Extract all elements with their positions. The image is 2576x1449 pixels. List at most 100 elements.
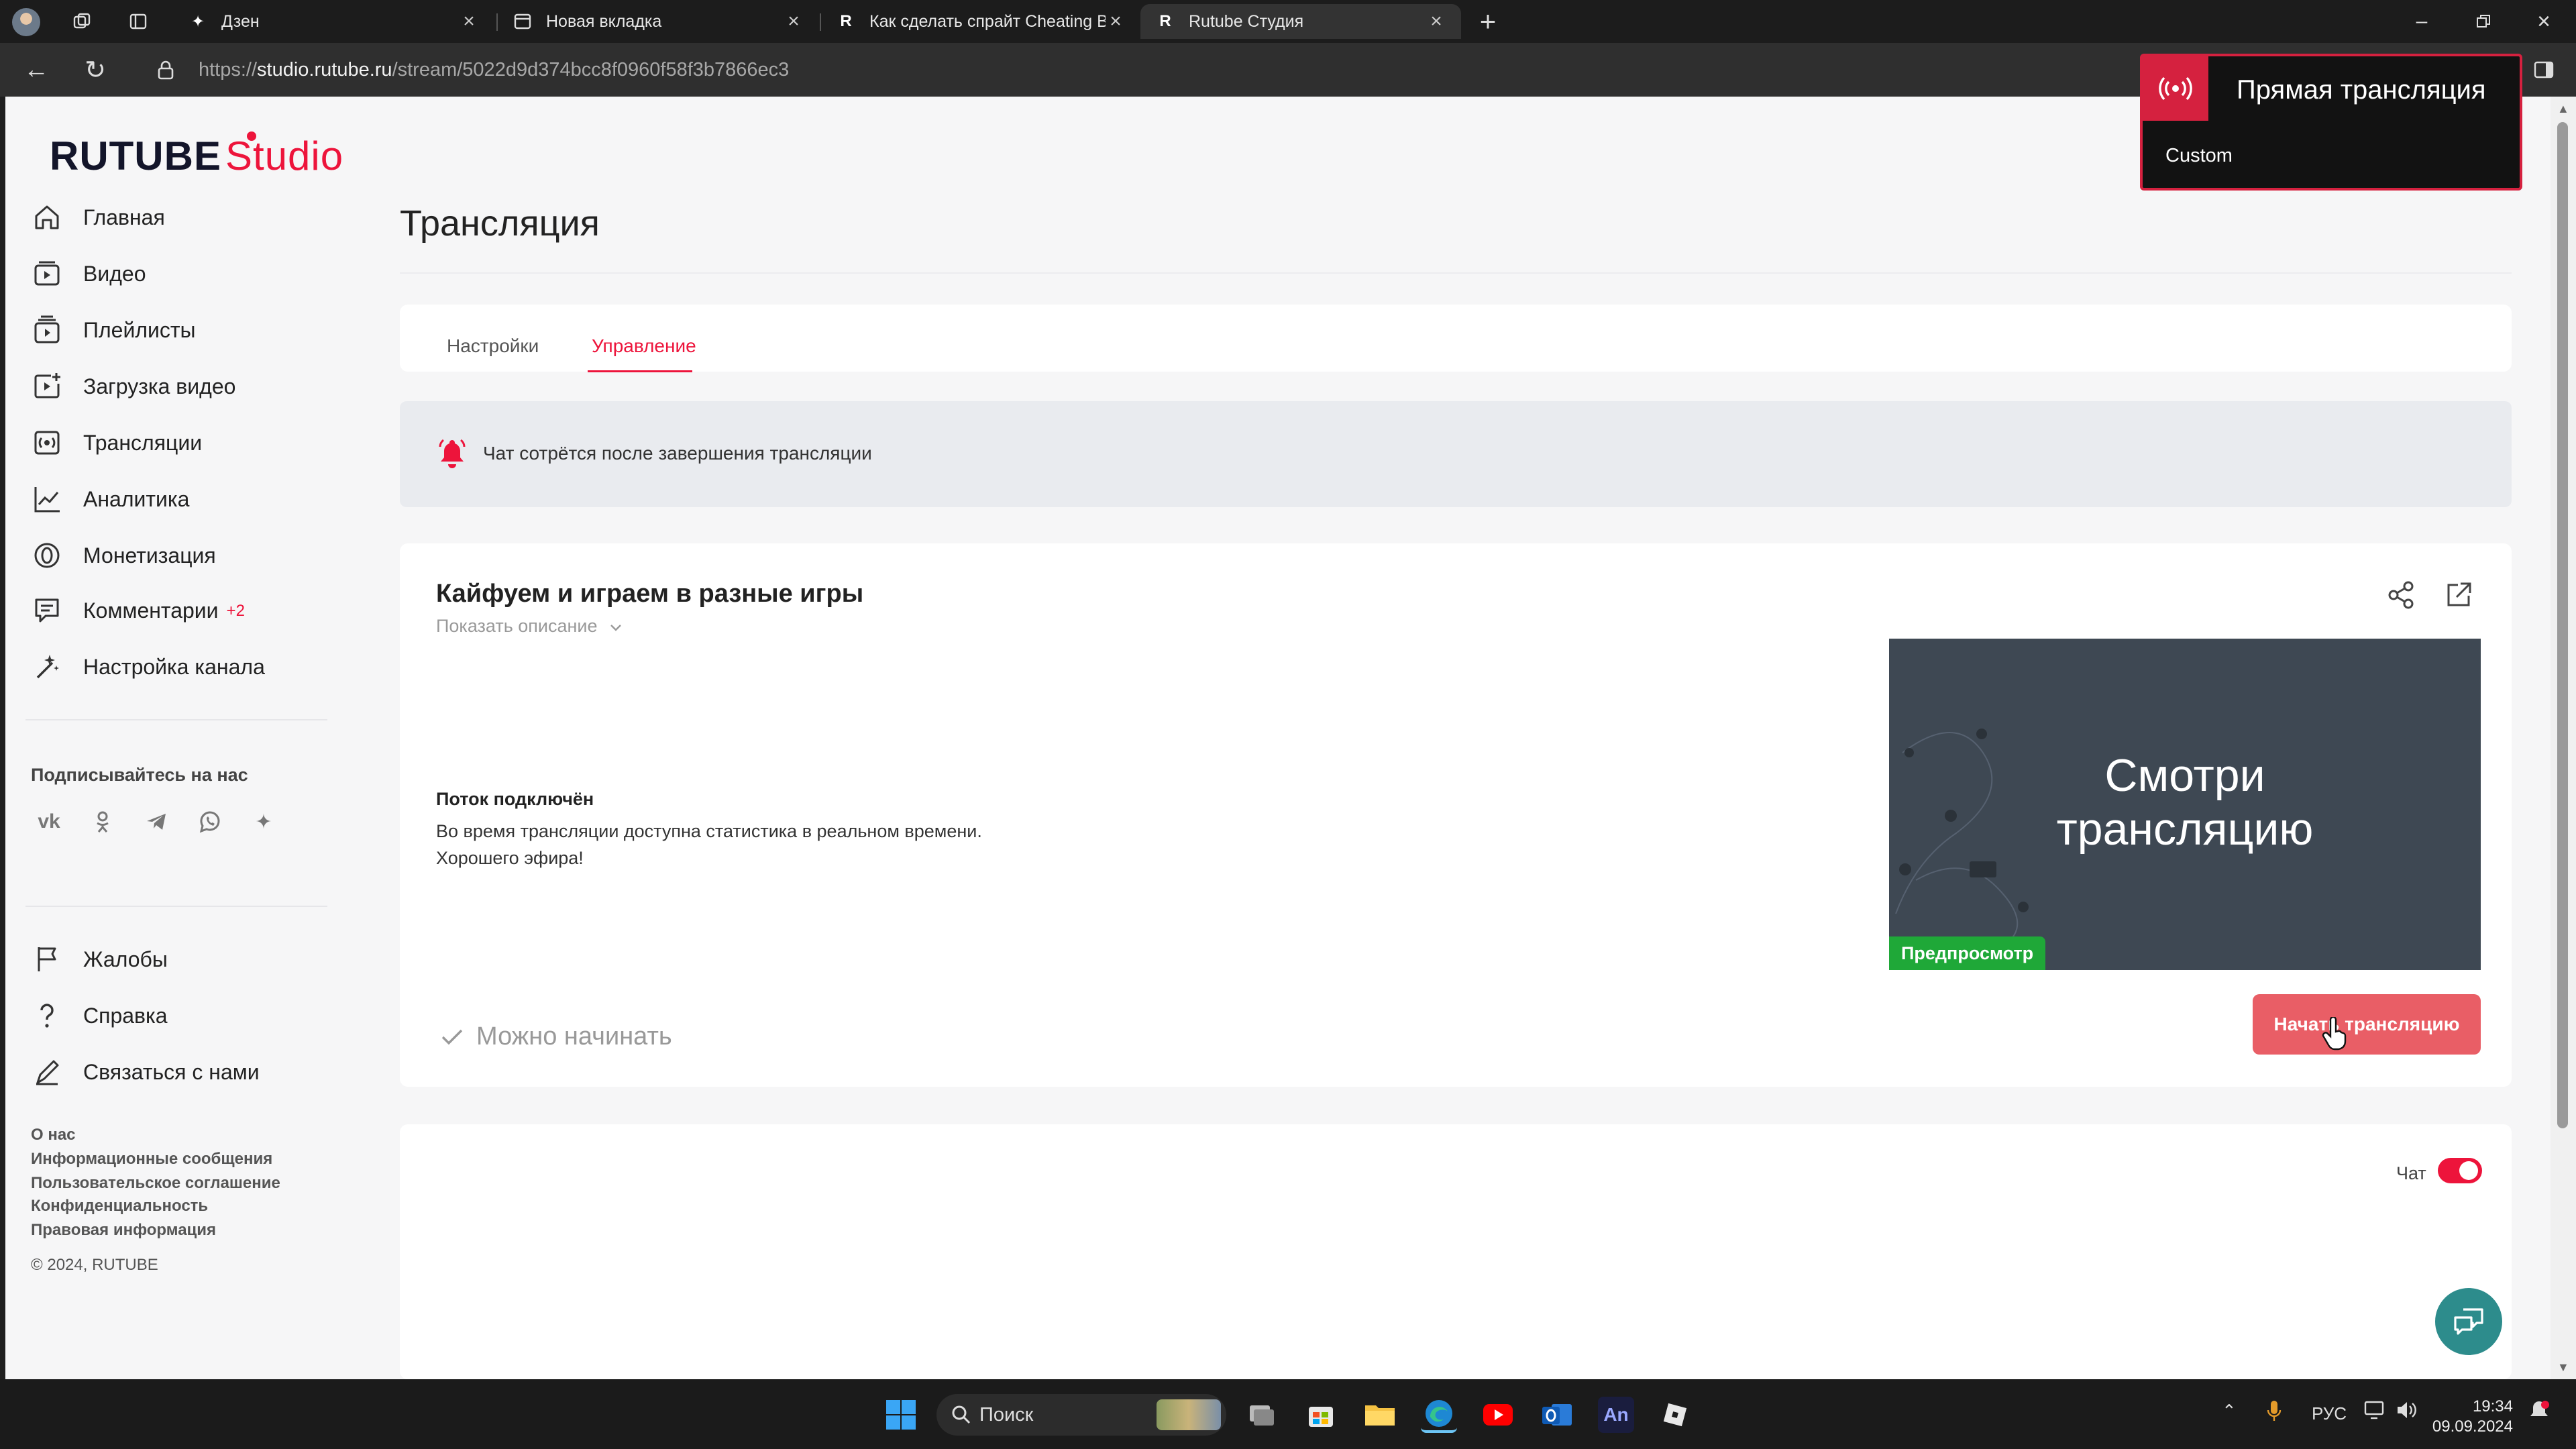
chat-bubbles-icon <box>2454 1308 2483 1335</box>
scroll-down-icon[interactable]: ▼ <box>2557 1360 2569 1375</box>
footer-link[interactable]: О нас <box>31 1126 76 1144</box>
language-indicator[interactable]: РУС <box>2312 1403 2347 1424</box>
sidebar-item-analytics[interactable]: Аналитика <box>5 474 327 525</box>
sidebar-item-help[interactable]: Справка <box>5 990 327 1041</box>
youtube-icon[interactable] <box>1480 1397 1516 1433</box>
scrollbar-thumb[interactable] <box>2557 122 2568 1128</box>
scroll-up-icon[interactable]: ▲ <box>2557 102 2569 116</box>
profile-avatar[interactable] <box>12 8 40 36</box>
url-prefix: https:// <box>199 58 258 80</box>
sidebar-item-comments[interactable]: Комментарии +2 <box>5 585 327 636</box>
home-icon <box>35 205 59 229</box>
sidebar-item-label: Аналитика <box>83 486 190 511</box>
close-icon[interactable]: × <box>459 10 479 33</box>
checkmark-icon <box>440 1027 464 1047</box>
back-icon[interactable]: ← <box>19 52 54 87</box>
search-icon <box>951 1405 971 1430</box>
sidebar-item-home[interactable]: Главная <box>5 192 327 243</box>
edge-browser-icon[interactable] <box>1421 1397 1457 1433</box>
close-icon[interactable]: × <box>1426 10 1446 33</box>
browser-tab[interactable]: R Как сделать спрайт Cheating Ba × <box>821 4 1140 39</box>
tab-actions-icon[interactable] <box>121 4 156 39</box>
chat-alert: Чат сотрётся после завершения трансляции <box>400 401 2512 507</box>
outlook-icon[interactable] <box>1539 1397 1575 1433</box>
sidebar-item-complaints[interactable]: Жалобы <box>5 934 327 985</box>
tab-settings[interactable]: Настройки <box>447 335 539 357</box>
sidebar-item-label: Трансляции <box>83 430 203 455</box>
chat-card: Чат <box>400 1124 2512 1379</box>
file-explorer-icon[interactable] <box>1362 1397 1398 1433</box>
sidebar-item-monetization[interactable]: Монетизация <box>5 530 327 581</box>
sidebar-item-playlists[interactable]: Плейлисты <box>5 305 327 356</box>
task-view-icon[interactable] <box>1244 1397 1280 1433</box>
close-icon[interactable]: × <box>784 10 804 33</box>
url-field[interactable]: https://studio.rutube.ru/stream/5022d9d3… <box>146 50 2132 90</box>
show-description-link[interactable]: Показать описание <box>436 616 623 637</box>
sidebar-toggle-icon[interactable] <box>2526 52 2561 87</box>
telegram-icon[interactable] <box>138 804 174 840</box>
tab-title: Как сделать спрайт Cheating Ba <box>869 11 1106 31</box>
window-close-icon[interactable]: × <box>2526 4 2561 39</box>
clock-date: 09.09.2024 <box>2432 1417 2513 1436</box>
browser-tab[interactable]: Новая вкладка × <box>498 4 818 39</box>
help-icon <box>40 1004 54 1028</box>
start-stream-button[interactable]: Начать трансляцию <box>2253 994 2481 1055</box>
system-clock[interactable]: 19:34 09.09.2024 <box>2424 1397 2513 1437</box>
support-chat-button[interactable] <box>2435 1288 2502 1355</box>
sidebar-divider <box>25 906 327 907</box>
preview-line: Смотри <box>2104 750 2265 801</box>
network-icon[interactable] <box>2364 1399 2387 1426</box>
url-path: /stream/5022d9d374bcc8f0960f58f3b7866ec3 <box>392 58 790 80</box>
chat-toggle[interactable] <box>2438 1158 2482 1183</box>
logo-main: RUTUBE <box>50 133 221 178</box>
viber-icon[interactable] <box>192 804 228 840</box>
animate-icon[interactable]: An <box>1598 1397 1634 1433</box>
windows-start-icon[interactable] <box>883 1397 919 1433</box>
chat-label: Чат <box>2396 1163 2426 1183</box>
comments-icon <box>35 598 59 623</box>
lock-icon[interactable] <box>156 59 176 86</box>
zen-icon[interactable]: ✦ <box>246 804 282 840</box>
playlist-icon <box>34 315 60 343</box>
monetization-icon <box>34 543 60 568</box>
page-scrollbar[interactable]: ▲ ▼ <box>2551 97 2576 1379</box>
browser-tab-active[interactable]: R Rutube Студия × <box>1140 4 1461 39</box>
minimize-icon[interactable]: – <box>2404 4 2439 39</box>
footer-link[interactable]: Информационные сообщения <box>31 1150 272 1169</box>
volume-icon[interactable] <box>2395 1399 2418 1426</box>
browser-tab[interactable]: ✦ Дзен × <box>173 4 494 39</box>
sidebar-item-label: Жалобы <box>83 947 168 971</box>
stream-status-text: Хорошего эфира! <box>436 848 584 868</box>
footer-link[interactable]: Правовая информация <box>31 1221 216 1240</box>
stream-status-text: Во время трансляции доступна статистика … <box>436 821 982 841</box>
sidebar-item-broadcasts[interactable]: Трансляции <box>5 417 327 468</box>
vk-icon[interactable]: vk <box>31 804 67 840</box>
chevron-down-icon <box>609 616 623 637</box>
microphone-icon[interactable] <box>2266 1399 2282 1428</box>
sidebar-item-contact[interactable]: Связаться с нами <box>5 1046 327 1097</box>
footer-link[interactable]: Пользовательское соглашение <box>31 1174 280 1193</box>
share-icon[interactable] <box>2385 580 2416 614</box>
restore-icon[interactable] <box>2466 4 2501 39</box>
taskbar-search[interactable]: Поиск <box>936 1394 1226 1436</box>
new-tab-icon[interactable]: + <box>1470 4 1505 39</box>
open-external-icon[interactable] <box>2443 580 2474 614</box>
close-icon[interactable]: × <box>1106 10 1126 33</box>
tray-overflow-icon[interactable]: ⌃ <box>2222 1401 2237 1421</box>
logo-dot <box>247 131 256 141</box>
stream-preview[interactable]: Смотри трансляцию Предпросмотр <box>1889 639 2481 970</box>
live-broadcast-popup[interactable]: Прямая трансляция Custom <box>2140 54 2522 191</box>
roblox-icon[interactable] <box>1657 1397 1693 1433</box>
footer-link[interactable]: Конфиденциальность <box>31 1197 208 1216</box>
rutube-studio-logo[interactable]: RUTUBE Studio <box>50 131 343 179</box>
active-tab-indicator <box>588 370 692 372</box>
workspaces-icon[interactable] <box>64 4 99 39</box>
sidebar-item-upload[interactable]: Загрузка видео <box>5 361 327 412</box>
notifications-icon[interactable] <box>2529 1399 2549 1427</box>
tab-management[interactable]: Управление <box>592 335 696 357</box>
ok-icon[interactable] <box>85 804 121 840</box>
microsoft-store-icon[interactable] <box>1303 1397 1339 1433</box>
sidebar-item-video[interactable]: Видео <box>5 248 327 299</box>
sidebar-item-channel-settings[interactable]: Настройка канала <box>5 641 327 692</box>
reload-icon[interactable]: ↻ <box>78 52 113 87</box>
